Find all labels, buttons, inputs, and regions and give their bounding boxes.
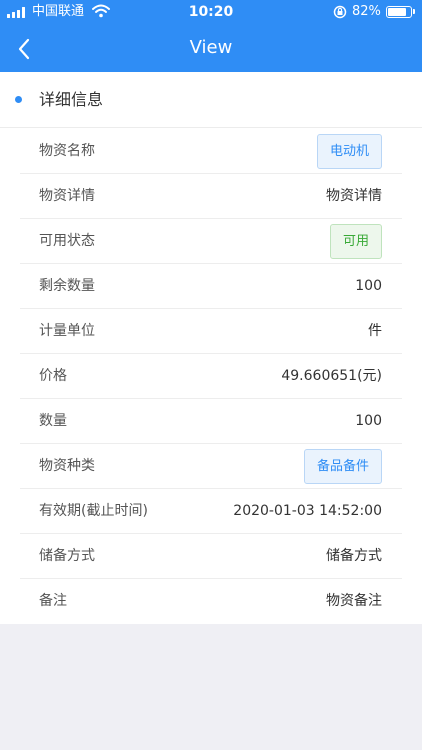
field-row: 数量 100 bbox=[0, 399, 422, 444]
battery-cap bbox=[413, 9, 415, 14]
field-value-tag: 可用 bbox=[329, 224, 382, 259]
field-value: 100 bbox=[355, 413, 382, 429]
page-title: View bbox=[189, 37, 233, 58]
battery-percent: 82% bbox=[352, 4, 381, 19]
field-label: 剩余数量 bbox=[39, 278, 95, 294]
section-header: 详细信息 bbox=[0, 72, 422, 128]
nav-bar: View bbox=[0, 26, 422, 72]
field-row: 剩余数量 100 bbox=[0, 264, 422, 309]
field-row: 储备方式 储备方式 bbox=[0, 534, 422, 579]
header: 中国联通 10:20 82% View bbox=[0, 0, 422, 72]
field-label: 物资名称 bbox=[39, 143, 95, 159]
section-title: 详细信息 bbox=[39, 90, 104, 109]
field-value: 储备方式 bbox=[326, 548, 382, 564]
field-row: 有效期(截止时间) 2020-01-03 14:52:00 bbox=[0, 489, 422, 534]
field-row: 物资种类 备品备件 bbox=[0, 444, 422, 489]
field-label: 价格 bbox=[39, 368, 67, 384]
field-label: 备注 bbox=[39, 593, 67, 609]
field-label: 物资详情 bbox=[39, 188, 95, 204]
status-bar: 中国联通 10:20 82% bbox=[0, 0, 422, 26]
field-label: 储备方式 bbox=[39, 548, 95, 564]
field-list: 物资名称 电动机物资详情 物资详情可用状态 可用剩余数量 100 计量单位 件价格 49.66… bbox=[0, 129, 422, 624]
field-value: 49.660651(元) bbox=[281, 368, 382, 384]
field-label: 计量单位 bbox=[39, 323, 95, 339]
field-value: 物资详情 bbox=[326, 188, 382, 204]
detail-card: 详细信息 物资名称 电动机物资详情 物资详情可用状态 可用剩余数量 100 计量单位 件价格… bbox=[0, 72, 422, 624]
field-row: 物资名称 电动机 bbox=[0, 129, 422, 174]
field-label: 物资种类 bbox=[39, 458, 95, 474]
field-value: 物资备注 bbox=[326, 593, 382, 609]
field-row: 计量单位 件 bbox=[0, 309, 422, 354]
field-value-tag: 备品备件 bbox=[303, 449, 382, 484]
rotation-lock-icon bbox=[333, 5, 347, 19]
field-value: 100 bbox=[355, 278, 382, 294]
field-label: 可用状态 bbox=[39, 233, 95, 249]
field-row: 价格 49.660651(元) bbox=[0, 354, 422, 399]
battery-icon bbox=[386, 6, 412, 18]
field-value: 2020-01-03 14:52:00 bbox=[233, 503, 382, 519]
field-value-tag: 电动机 bbox=[316, 134, 382, 169]
field-label: 有效期(截止时间) bbox=[39, 503, 148, 519]
field-row: 备注 物资备注 bbox=[0, 579, 422, 624]
field-row: 物资详情 物资详情 bbox=[0, 174, 422, 219]
field-value: 件 bbox=[368, 323, 382, 339]
field-label: 数量 bbox=[39, 413, 67, 429]
screen: 中国联通 10:20 82% View 详细信息 物资名称 电动机 物资详情 物… bbox=[0, 0, 422, 750]
battery-level bbox=[388, 8, 407, 16]
field-row: 可用状态 可用 bbox=[0, 219, 422, 264]
bullet-dot bbox=[15, 96, 22, 103]
